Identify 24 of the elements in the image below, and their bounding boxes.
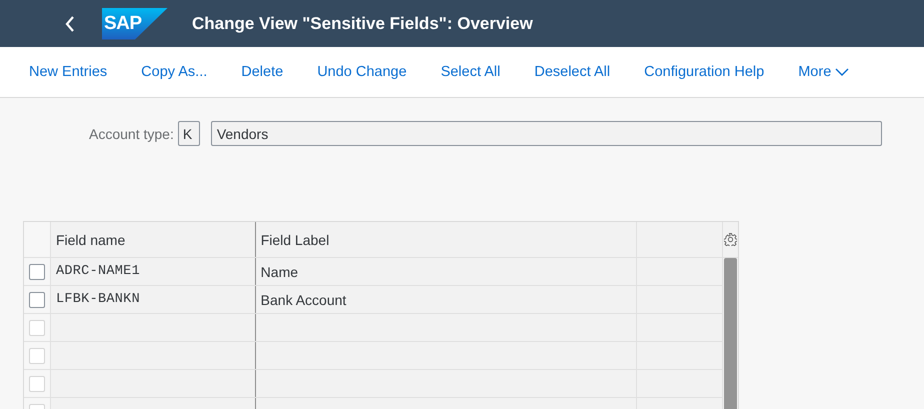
toolbar-button[interactable]: Configuration Help [633,58,776,86]
chevron-down-icon [835,68,850,76]
table-cell: LFBK-BANKN [50,286,256,313]
table-cell: ADRC-NAME1 [50,258,256,285]
field-label: Account type: [89,126,174,142]
settings-icon[interactable] [724,233,738,246]
toolbar-button[interactable]: Select All [430,58,512,86]
checkbox[interactable] [28,292,45,308]
back-icon [64,14,76,32]
column-header: Field Label [256,222,638,257]
toolbar-button[interactable]: Undo Change [306,58,418,86]
table-cell: Bank Account [256,286,638,313]
column-header: Field name [50,222,256,257]
more-menu-button[interactable]: More [787,58,860,86]
toolbar-button[interactable]: Delete [230,58,294,86]
input-field[interactable]: K [178,121,200,146]
checkbox[interactable] [28,264,45,280]
logo: SAP [102,8,168,40]
input-field[interactable]: Vendors [210,121,882,146]
toolbar-button[interactable]: Copy As... [130,58,218,86]
toolbar-button[interactable]: New Entries [18,58,118,86]
table-cell: Name [256,258,638,285]
window-title: Change View "Sensitive Fields": Overview [192,14,533,34]
toolbar-button[interactable]: Deselect All [523,58,622,86]
